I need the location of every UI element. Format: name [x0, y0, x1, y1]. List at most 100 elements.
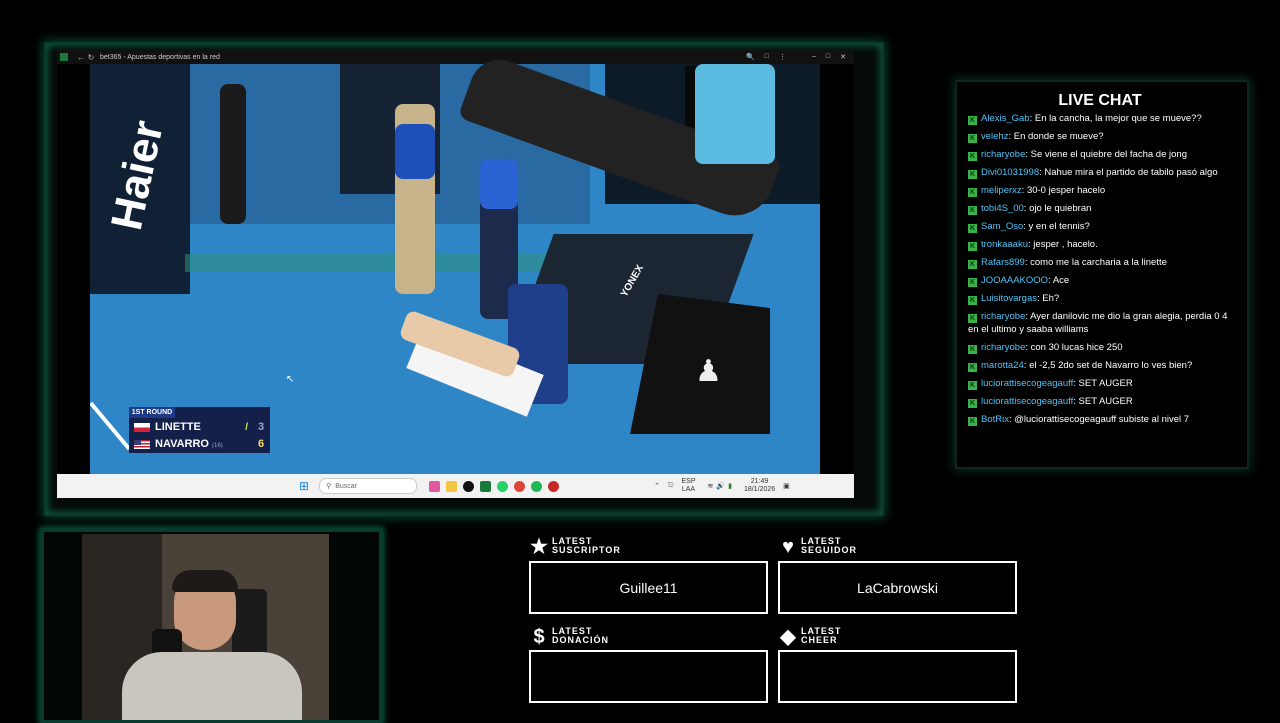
chat-text: Ace: [1052, 275, 1070, 286]
latest-donacion-header: $ LATEST DONACIÓN: [529, 626, 609, 648]
chat-username[interactable]: richaryobe: [981, 311, 1025, 322]
chat-text: y en el tennis?: [1028, 221, 1090, 232]
chat-text: el -2,5 2do set de Navarro lo ves bien?: [1029, 360, 1193, 371]
kick-badge-icon: K: [968, 314, 977, 323]
copilot-icon[interactable]: [429, 480, 441, 492]
whatsapp-icon[interactable]: [497, 480, 509, 492]
spotify-icon[interactable]: [531, 480, 543, 492]
refresh-icon[interactable]: ↻: [86, 53, 96, 62]
chat-text: ojo le quiebran: [1029, 203, 1092, 214]
search-placeholder: Buscar: [335, 482, 357, 490]
minimize-icon[interactable]: –: [812, 53, 816, 61]
chat-username[interactable]: tobi4S_00: [981, 203, 1024, 214]
kick-badge-icon: K: [968, 278, 977, 287]
zoom-icon[interactable]: 🔍: [746, 53, 755, 61]
tab-title: bet365 - Apuestas deportivas en la red: [100, 53, 220, 61]
chat-username[interactable]: velehz: [981, 131, 1008, 142]
chat-username[interactable]: BotRix: [981, 414, 1009, 425]
spectator: [695, 64, 775, 164]
latest-seguidor-box: LaCabrowski: [778, 561, 1017, 614]
chat-message: K Alexis_Gab: En la cancha, la mejor que …: [968, 112, 1233, 125]
kick-badge-icon: K: [968, 242, 977, 251]
extensions-icon[interactable]: □: [765, 53, 769, 61]
kick-badge-icon: K: [968, 345, 977, 354]
chat-message: K Rafars899: como me la carcharia a la li…: [968, 256, 1233, 269]
close-icon[interactable]: ✕: [840, 53, 846, 61]
battery-icon[interactable]: ▮: [728, 482, 732, 490]
bet365-icon[interactable]: [480, 480, 492, 492]
chat-text: 30-0 jesper hacelo: [1026, 185, 1106, 196]
tiktok-icon[interactable]: [463, 480, 475, 492]
video-letterbox-right: [820, 64, 854, 474]
folder-icon[interactable]: [446, 480, 458, 492]
kick-badge-icon: K: [968, 363, 977, 372]
flag-poland-icon: [134, 422, 150, 432]
chat-username[interactable]: marotta24: [981, 360, 1024, 371]
browser-titlebar: ← ↻ bet365 - Apuestas deportivas en la r…: [57, 50, 854, 64]
official-2-shirt: [480, 159, 518, 209]
scoreboard: 1ST ROUND LINETTE / 3 NAVARRO (16) 6: [129, 407, 270, 453]
chat-text: jesper , hacelo.: [1033, 239, 1098, 250]
notification-icon[interactable]: ▣: [783, 482, 790, 490]
chat-text: En la cancha, la mejor que se mueve??: [1034, 113, 1202, 124]
chat-text: Nahue mira el partido de tabilo pasó alg…: [1044, 167, 1218, 178]
volume-icon[interactable]: 🔊: [716, 482, 725, 490]
windows-taskbar: ⊞ ⚲ Buscar ⌃ ⎋ ESP LAA ≋ 🔊 ▮ 21:49 18/1/20…: [57, 474, 854, 498]
chat-username[interactable]: Alexis_Gab: [981, 113, 1030, 124]
kick-badge-icon: K: [968, 134, 977, 143]
chat-username[interactable]: Sam_Oso: [981, 221, 1023, 232]
latest-seguidor-value: LaCabrowski: [857, 579, 938, 596]
chat-username[interactable]: richaryobe: [981, 149, 1025, 160]
wifi-icon[interactable]: ≋: [708, 482, 714, 490]
diamond-icon: ◆: [780, 626, 796, 648]
chat-text: Se viene el quiebre del facha de jong: [1030, 149, 1187, 160]
star-icon: ★: [530, 536, 548, 558]
webcam-feed: [82, 534, 329, 720]
taskbar-search[interactable]: ⚲ Buscar: [319, 478, 418, 494]
flag-usa-icon: [134, 439, 150, 449]
chevron-up-icon[interactable]: ⌃: [654, 482, 660, 490]
chat-text: con 30 lucas hice 250: [1030, 342, 1123, 353]
chat-message: K JOOAAAKOOO: Ace: [968, 274, 1233, 287]
kick-badge-icon: K: [968, 381, 977, 390]
chat-message: Kvelehz: En donde se mueve?: [968, 130, 1233, 143]
chat-username[interactable]: richaryobe: [981, 342, 1025, 353]
latest-cheer-box: [778, 650, 1017, 703]
player-score: 6: [257, 438, 265, 450]
chat-message: Kmeliperxz: 30-0 jesper hacelo: [968, 184, 1233, 197]
back-icon[interactable]: ←: [76, 53, 86, 62]
heart-icon: ♥: [782, 536, 794, 558]
chat-username[interactable]: JOOAAAKOOO: [981, 275, 1048, 286]
latest-suscriptor-header: ★ LATEST SUSCRIPTOR: [530, 536, 621, 558]
court-line: [89, 401, 131, 451]
chat-username[interactable]: meliperxz: [981, 185, 1022, 196]
latest-seguidor-header: ♥ LATEST SEGUIDOR: [778, 536, 857, 558]
clock[interactable]: 21:49 18/1/2026: [744, 478, 775, 494]
chat-username[interactable]: luciorattisecogeagauff: [981, 396, 1073, 407]
chat-messages[interactable]: K Alexis_Gab: En la cancha, la mejor que …: [968, 112, 1233, 457]
latest-cheer-header: ◆ LATEST CHEER: [778, 626, 841, 648]
chat-username[interactable]: Rafars899: [981, 257, 1025, 268]
windows-start-icon[interactable]: ⊞: [299, 479, 309, 493]
language-indicator[interactable]: ESP LAA: [681, 478, 695, 494]
chat-username[interactable]: Luisitovargas: [981, 293, 1037, 304]
chat-username[interactable]: luciorattisecogeagauff: [981, 378, 1073, 389]
app-icon[interactable]: [548, 480, 560, 492]
chat-message: Kricharyobe: Se viene el quiebre del fac…: [968, 148, 1233, 161]
menu-icon[interactable]: ⋮: [779, 53, 786, 61]
chat-message: Ktobi4S_00: ojo le quiebran: [968, 202, 1233, 215]
dollar-icon: $: [533, 626, 545, 648]
chat-message: Kricharyobe: Ayer danilovic me dio la gr…: [968, 310, 1233, 336]
restore-icon[interactable]: □: [826, 53, 830, 61]
chat-text: como me la carcharia a la linette: [1030, 257, 1167, 268]
kick-badge-icon: K: [968, 206, 977, 215]
latest-donacion-box: [529, 650, 768, 703]
chat-username[interactable]: tronkaaaku: [981, 239, 1028, 250]
latest-suscriptor-value: Guillee11: [619, 579, 678, 596]
chat-username[interactable]: Divi01031998: [981, 167, 1039, 178]
chrome-icon[interactable]: [514, 480, 526, 492]
mic-icon[interactable]: ⎋: [668, 482, 674, 490]
chat-message: Kmarotta24: el -2,5 2do set de Navarro l…: [968, 359, 1233, 372]
streamer-hair: [172, 570, 238, 592]
chat-message: K BotRix: @luciorattisecogeagauff subiste…: [968, 413, 1233, 426]
